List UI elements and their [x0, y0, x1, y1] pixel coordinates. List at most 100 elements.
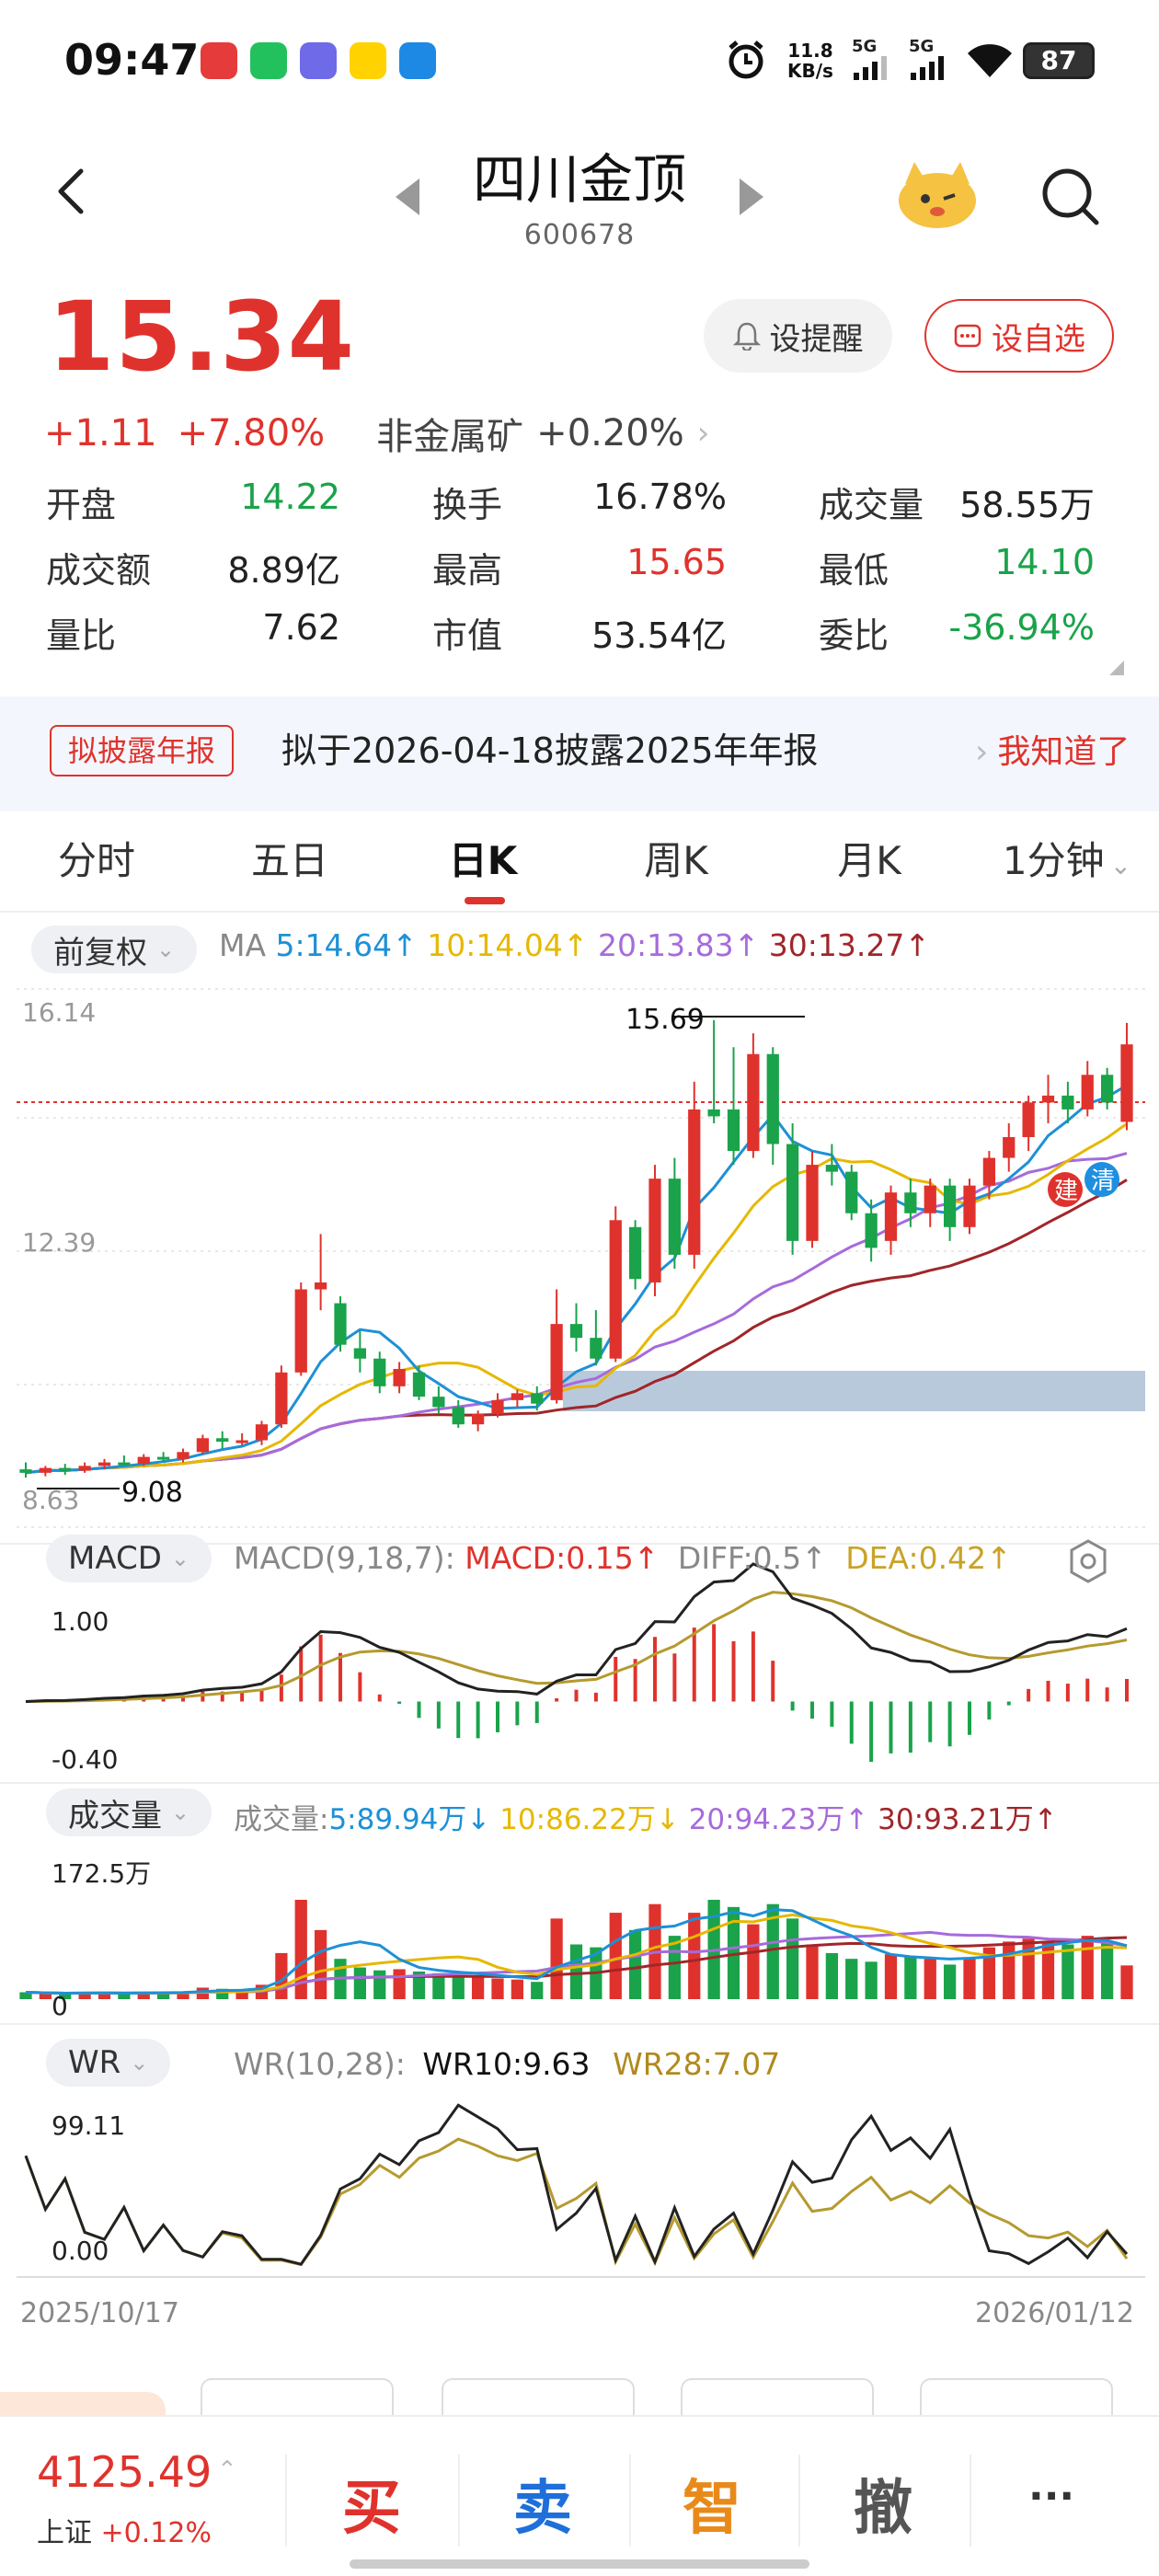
volume-bar: [747, 1924, 760, 1999]
stat-label: 成交量: [819, 485, 924, 525]
stat-value: -36.94%: [948, 607, 1095, 648]
add-watchlist-button[interactable]: 设自选: [924, 299, 1114, 373]
candle-body: [452, 1407, 465, 1425]
stat-value: 58.55万: [959, 485, 1095, 525]
candle: [334, 1296, 347, 1352]
smart-button[interactable]: 智: [683, 2461, 741, 2546]
date-end: 2026/01/12: [975, 2297, 1134, 2329]
candle: [707, 1019, 720, 1123]
settings-gear-icon[interactable]: [1065, 1538, 1111, 1584]
wr-select[interactable]: WR ⌄: [46, 2039, 171, 2087]
candle: [924, 1179, 936, 1227]
volume-bar: [609, 1913, 622, 1999]
volume-axis-top: 172.5万: [52, 1858, 151, 1889]
sector-name[interactable]: 非金属矿: [376, 407, 523, 460]
volume-bar: [452, 1975, 465, 1999]
chevron-up-icon[interactable]: ⌃: [217, 2456, 237, 2484]
sell-button[interactable]: 卖: [513, 2461, 572, 2546]
candle: [118, 1455, 131, 1466]
candle-body: [1061, 1095, 1074, 1110]
candle: [19, 1462, 32, 1478]
candle-body: [865, 1213, 878, 1248]
candle-body: [766, 1053, 779, 1144]
candle-body: [137, 1456, 150, 1465]
stat-label: 委比: [819, 615, 889, 656]
search-icon[interactable]: [1038, 164, 1102, 228]
mascot-icon[interactable]: [892, 155, 982, 232]
candle-body: [511, 1393, 524, 1400]
build-badge-icon: 建: [1048, 1172, 1083, 1207]
candle: [609, 1206, 622, 1363]
candle-body: [904, 1192, 917, 1213]
tab-monthly-k[interactable]: 月K: [777, 828, 961, 894]
stat-label: 最低: [819, 550, 889, 591]
volume-bar: [373, 1970, 386, 1999]
volume-select[interactable]: 成交量 ⌄: [46, 1788, 212, 1836]
buy-button[interactable]: 买: [342, 2461, 401, 2546]
set-alert-button[interactable]: 设提醒: [704, 299, 892, 373]
candle: [569, 1303, 583, 1352]
clear-badge-icon: 清: [1084, 1162, 1119, 1197]
candle-body: [1120, 1044, 1133, 1122]
candle-body: [78, 1466, 91, 1471]
stat-label: 换手: [432, 485, 503, 525]
app-notification-icon-3: [300, 42, 337, 79]
chevron-down-icon: ⌄: [171, 1800, 190, 1825]
candle-body: [196, 1438, 210, 1453]
tabs-divider: [0, 911, 1159, 913]
candle: [727, 1047, 740, 1166]
chevron-down-icon: ⌄: [1109, 850, 1132, 880]
tab-weekly-k[interactable]: 周K: [584, 828, 768, 894]
price-change: +1.11: [44, 412, 157, 454]
ma-legend: MA 5:14.64↑ 10:14.04↑ 20:13.83↑ 30:13.27…: [219, 927, 930, 963]
tab-five-day[interactable]: 五日: [198, 828, 382, 894]
sector-change-pct[interactable]: +0.20%: [536, 412, 684, 454]
candle-body: [825, 1165, 839, 1172]
more-button[interactable]: ···: [1028, 2473, 1074, 2520]
bottom-divider: [458, 2455, 460, 2547]
tab-daily-k[interactable]: 日K: [391, 828, 575, 894]
next-stock-arrow-icon[interactable]: [740, 178, 763, 215]
candle-body: [884, 1192, 898, 1241]
kline-chart[interactable]: 16.14 12.39 8.63 15.69 9.08 建 清 1.00 -0.…: [0, 975, 1159, 2337]
stock-name: 四川金顶: [472, 148, 686, 211]
volume-bar: [845, 1959, 858, 1999]
current-price: 15.34: [48, 281, 355, 393]
adjust-select[interactable]: 前复权 ⌄: [31, 926, 198, 973]
home-indicator: [350, 2559, 809, 2569]
candle: [825, 1144, 839, 1186]
ma5-line: [25, 1084, 1128, 1475]
candle: [412, 1365, 426, 1400]
stats-row-1: 开盘 14.22 换手 16.78% 成交量 58.55万: [46, 477, 1122, 542]
volume-profile-zone: [563, 1371, 1145, 1411]
stat-label: 市值: [432, 615, 503, 656]
candle: [550, 1289, 563, 1404]
candle-body: [1022, 1102, 1035, 1137]
index-label[interactable]: 上证 +0.12%: [37, 2510, 212, 2550]
expand-corner-icon[interactable]: [1109, 661, 1124, 675]
candle-body: [707, 1109, 720, 1117]
macd-select[interactable]: MACD ⌄: [46, 1535, 212, 1582]
dismiss-banner-button[interactable]: › 我知道了: [975, 727, 1130, 778]
tab-one-minute[interactable]: 1分钟 ⌄: [975, 828, 1159, 899]
cancel-order-button[interactable]: 撤: [854, 2461, 912, 2546]
candle: [590, 1310, 602, 1366]
tab-intraday[interactable]: 分时: [5, 828, 189, 894]
sector-chevron-icon[interactable]: ›: [697, 415, 710, 452]
high-marker: 15.69: [625, 1004, 805, 1036]
stat-label: 开盘: [46, 485, 117, 525]
stat-label: 最高: [432, 550, 503, 591]
candle: [1120, 1022, 1133, 1131]
candle-body: [294, 1289, 307, 1373]
date-start: 2025/10/17: [20, 2297, 179, 2329]
candle-body: [1100, 1075, 1114, 1103]
volume-bar: [924, 1959, 936, 1999]
candle-body: [943, 1185, 957, 1227]
index-value[interactable]: 4125.49: [37, 2447, 212, 2497]
price-axis-mid: 12.39: [22, 1227, 96, 1258]
candle: [1003, 1122, 1016, 1172]
svg-text:清: 清: [1091, 1167, 1115, 1195]
candle-body: [786, 1144, 799, 1241]
stat-value: 14.22: [240, 477, 340, 517]
candle-body: [314, 1282, 327, 1290]
